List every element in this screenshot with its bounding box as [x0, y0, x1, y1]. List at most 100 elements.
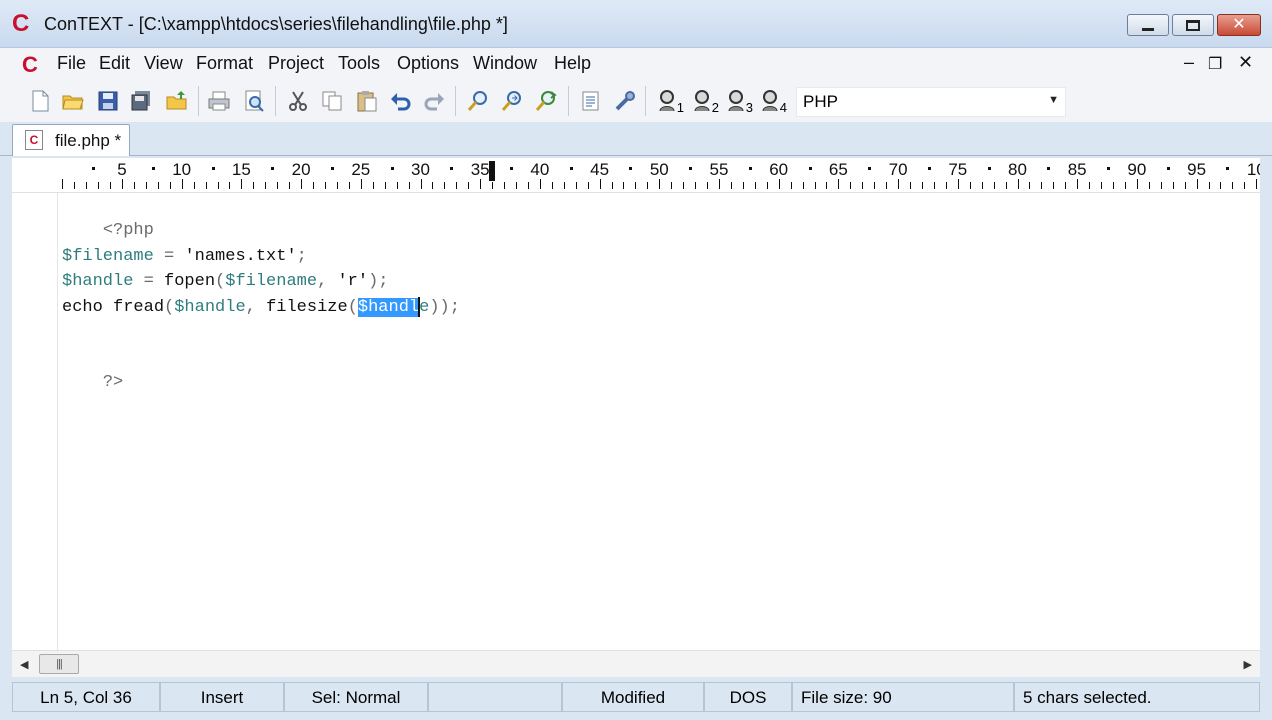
status-position-text: Ln 5, Col 36 — [40, 688, 132, 707]
ruler-label: 35 — [470, 160, 490, 179]
ruler-tick — [253, 182, 255, 189]
tools-icon[interactable] — [611, 87, 639, 115]
ruler-tick — [730, 182, 732, 189]
ruler-tick — [384, 182, 386, 189]
status-empty — [428, 682, 562, 712]
find-next-icon[interactable] — [498, 87, 526, 115]
code-editor[interactable]: <?php $filename = 'names.txt'; $handle =… — [12, 193, 1260, 650]
save-all-icon[interactable] — [127, 87, 155, 115]
code-line-5: echo fread($handle, filesize($handle)); — [62, 296, 460, 320]
ruler-label: 65 — [828, 160, 848, 179]
scroll-thumb[interactable]: ||| — [39, 654, 79, 674]
user-3-icon[interactable]: 3 — [723, 87, 753, 115]
document-menu-icon[interactable]: C — [22, 52, 46, 77]
ruler-tick — [265, 182, 267, 189]
ruler-tick — [802, 182, 804, 189]
ruler-tick — [599, 179, 601, 189]
find-icon[interactable] — [464, 87, 492, 115]
open-folder-up-icon[interactable] — [163, 87, 191, 115]
user-2-icon[interactable]: 2 — [689, 87, 719, 115]
php-close-tag: ?> — [102, 373, 124, 392]
app-logo-icon[interactable]: C — [12, 12, 36, 36]
user-4-icon[interactable]: 4 — [757, 87, 787, 115]
user-1-icon[interactable]: 1 — [654, 87, 684, 115]
doc-minimize-icon[interactable]: – — [1184, 52, 1194, 73]
tab-strip: C file.php * — [0, 122, 1272, 156]
menu-format[interactable]: Format — [196, 53, 253, 74]
user-4-label: 4 — [779, 100, 787, 115]
replace-icon[interactable] — [532, 87, 560, 115]
menu-edit[interactable]: Edit — [99, 53, 130, 74]
ruler-tick — [695, 182, 697, 189]
status-file-size: File size: 90 — [792, 682, 1014, 712]
chevron-down-icon[interactable]: ▼ — [1048, 94, 1059, 106]
ruler-tick — [360, 179, 362, 189]
ruler-dot — [450, 167, 454, 170]
ruler-dot — [330, 167, 334, 170]
status-format: DOS — [704, 682, 792, 712]
ruler-tick — [647, 182, 649, 189]
ruler-tick — [313, 182, 315, 189]
menu-view[interactable]: View — [144, 53, 183, 74]
token: e — [419, 298, 430, 317]
cut-icon[interactable] — [284, 87, 312, 115]
ruler-tick — [516, 182, 518, 189]
ruler-tick — [86, 182, 88, 189]
export-icon[interactable] — [577, 87, 605, 115]
status-file-size-text: File size: 90 — [801, 688, 892, 707]
redo-icon[interactable] — [420, 87, 448, 115]
token: 'names.txt' — [184, 247, 297, 266]
print-icon[interactable] — [205, 87, 233, 115]
ruler-dot — [808, 167, 812, 170]
menu-tools[interactable]: Tools — [338, 53, 380, 74]
ruler-tick — [420, 179, 422, 189]
toolbar: 1 2 3 4 — [0, 80, 1272, 122]
language-select[interactable]: PHP ▼ — [796, 87, 1066, 117]
new-file-icon[interactable] — [26, 87, 54, 115]
scroll-left-icon[interactable]: ◀ — [20, 658, 28, 671]
token: ( — [215, 272, 226, 291]
save-icon[interactable] — [94, 87, 122, 115]
menu-file[interactable]: File — [57, 53, 86, 74]
menu-project[interactable]: Project — [268, 53, 324, 74]
ruler-label: 25 — [351, 160, 371, 179]
ruler-label: 30 — [411, 160, 430, 179]
ruler-dot — [151, 167, 155, 170]
ruler-tick — [1136, 179, 1138, 189]
close-button[interactable]: ✕ — [1217, 14, 1261, 36]
maximize-button[interactable] — [1172, 14, 1214, 36]
menu-help[interactable]: Help — [554, 53, 591, 74]
ruler-tick — [62, 179, 64, 189]
tab-file-php[interactable]: C file.php * — [12, 124, 130, 156]
php-file-icon: C — [25, 130, 43, 150]
ruler-tick — [1124, 182, 1126, 189]
doc-close-icon[interactable]: ✕ — [1238, 52, 1253, 73]
status-sel: Sel: Normal — [284, 682, 428, 712]
ruler-tick — [1053, 182, 1055, 189]
ruler-column-marker — [489, 161, 496, 181]
print-preview-icon[interactable] — [240, 87, 268, 115]
paste-icon[interactable] — [353, 87, 381, 115]
menu-bar: C File Edit View Format Project Tools Op… — [0, 48, 1272, 80]
menu-window[interactable]: Window — [473, 53, 537, 74]
ruler-tick — [324, 182, 326, 189]
ruler-tick — [98, 182, 100, 189]
ruler-tick — [1232, 182, 1234, 189]
horizontal-scrollbar[interactable]: ◀ ||| ▶ — [12, 650, 1260, 677]
code-line-4: $handle = fopen($filename, 'r'); — [62, 270, 389, 294]
user-3-label: 3 — [745, 100, 753, 115]
menu-options[interactable]: Options — [397, 53, 459, 74]
copy-icon[interactable] — [318, 87, 346, 115]
doc-restore-icon[interactable]: ❐ — [1208, 54, 1222, 74]
ruler-tick — [898, 179, 900, 189]
ruler-tick — [289, 182, 291, 189]
open-folder-icon[interactable] — [59, 87, 87, 115]
token: , — [317, 272, 338, 291]
ruler-tick — [396, 182, 398, 189]
minimize-button[interactable] — [1127, 14, 1169, 36]
ruler-tick — [814, 182, 816, 189]
ruler-label: 55 — [709, 160, 729, 179]
undo-icon[interactable] — [387, 87, 415, 115]
scroll-right-icon[interactable]: ▶ — [1244, 658, 1252, 671]
